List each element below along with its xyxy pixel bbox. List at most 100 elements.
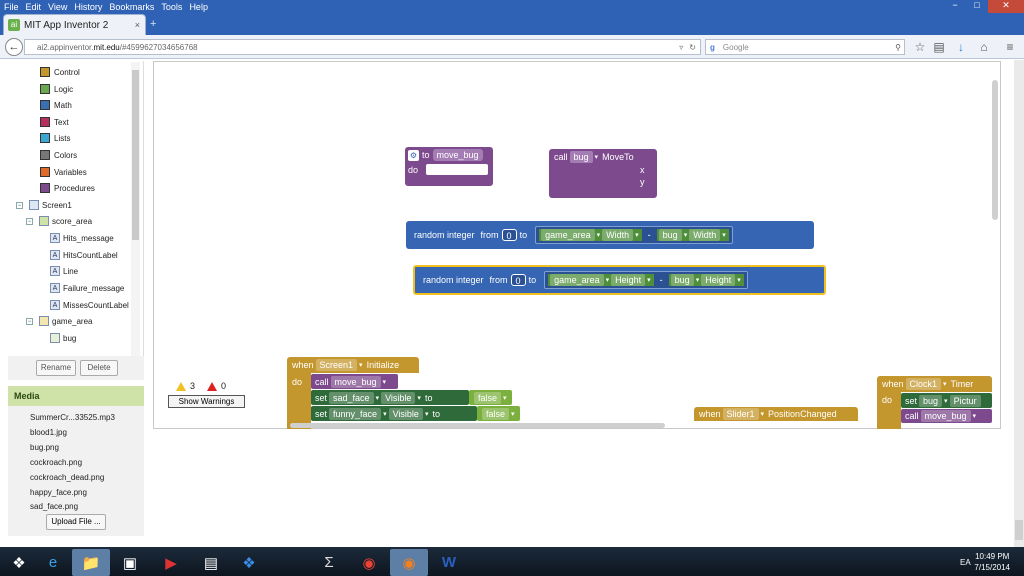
system-clock[interactable]: 10:49 PM 7/15/2014 (974, 551, 1010, 573)
component-dropdown[interactable]: game_area (550, 274, 604, 286)
property-dropdown[interactable]: Pictur (949, 394, 981, 407)
mutator-gear-icon[interactable]: ⚙ (408, 149, 419, 161)
collapse-toggle-icon[interactable]: − (26, 317, 33, 325)
file-explorer-icon[interactable]: 📁 (72, 549, 110, 576)
tree-item-control[interactable]: Control (40, 67, 80, 77)
network-app-icon[interactable]: ▤ (192, 549, 230, 576)
getter-block[interactable]: bug ▾ Height ▾ (668, 274, 744, 286)
random-integer-block-selected[interactable]: random integer from 0 to game_area ▾ Heig… (413, 265, 826, 295)
workspace-v-scrollbar[interactable] (992, 80, 998, 220)
internet-explorer-icon[interactable]: e (34, 549, 72, 576)
when-slider-position-changed-block[interactable]: when Slider1 ▾ PositionChanged (694, 407, 858, 421)
chrome-icon[interactable]: ◉ (350, 549, 388, 576)
menu-history[interactable]: History (74, 2, 102, 12)
minimize-button[interactable]: − (944, 0, 966, 13)
component-dropdown[interactable]: Screen1 (315, 359, 358, 371)
menu-view[interactable]: View (48, 2, 67, 12)
media-file[interactable]: sad_face.png (30, 502, 78, 511)
tree-item-failure-message[interactable]: A Failure_message (50, 283, 124, 293)
tree-item-screen1[interactable]: − Screen1 (16, 200, 72, 210)
collapse-toggle-icon[interactable]: − (26, 217, 33, 225)
procedure-dropdown[interactable]: move_bug (920, 410, 971, 422)
tab-close-icon[interactable]: × (135, 20, 140, 30)
new-tab-button[interactable]: + (150, 18, 156, 30)
set-picture-block[interactable]: set bug ▾ Pictur (901, 393, 992, 408)
component-dropdown[interactable]: Clock1 (905, 378, 942, 390)
component-dropdown[interactable]: bug (658, 229, 682, 241)
tree-item-math[interactable]: Math (40, 100, 72, 110)
getter-block[interactable]: game_area ▾ Height ▾ (548, 274, 654, 286)
boolean-dropdown[interactable]: false (474, 391, 502, 404)
download-icon[interactable]: ↓ (953, 40, 969, 54)
media-file[interactable]: happy_face.png (30, 488, 87, 497)
component-dropdown[interactable]: bug (569, 151, 593, 163)
media-player-icon[interactable]: ▶ (152, 549, 190, 576)
when-clock-timer-block[interactable]: when Clock1 ▾ Timer (877, 376, 992, 392)
menu-tools[interactable]: Tools (161, 2, 182, 12)
property-dropdown[interactable]: Visible (381, 391, 416, 404)
menu-icon[interactable]: ≡ (1002, 40, 1018, 54)
maximize-button[interactable]: □ (966, 0, 988, 13)
upload-file-button[interactable]: Upload File ... (46, 514, 106, 530)
subtract-block[interactable]: game_area ▾ Height ▾ - bug ▾ Height ▾ (544, 271, 748, 289)
math-app-icon[interactable]: Σ (310, 549, 348, 576)
property-dropdown[interactable]: Width (602, 229, 634, 241)
close-window-button[interactable]: ✕ (988, 0, 1024, 13)
number-field[interactable]: 0 (510, 274, 526, 286)
bookmarks-list-icon[interactable]: ▤ (931, 40, 947, 54)
remote-app-icon[interactable]: ▣ (111, 549, 149, 576)
show-warnings-button[interactable]: Show Warnings (168, 395, 245, 408)
firefox-icon[interactable]: ◉ (390, 549, 428, 576)
collapse-toggle-icon[interactable]: − (16, 201, 23, 209)
media-file[interactable]: SummerCr...33525.mp3 (30, 413, 115, 422)
component-dropdown[interactable]: funny_face (329, 407, 382, 420)
call-move-bug-block[interactable]: call move_bug ▾ (901, 409, 992, 423)
procedure-name-field[interactable]: move_bug (432, 149, 483, 161)
refresh-icon[interactable]: ↻ (689, 43, 696, 52)
search-bar[interactable]: g Google ⚲ (705, 39, 905, 55)
getter-block[interactable]: bug ▾ Width ▾ (656, 229, 729, 241)
tree-item-hits-count-label[interactable]: A HitsCountLabel (50, 250, 118, 260)
rename-button[interactable]: Rename (36, 360, 76, 376)
property-dropdown[interactable]: Width (689, 229, 721, 241)
url-bar[interactable]: ai2.appinventor. mit.edu/#459962703465676… (24, 39, 701, 55)
page-scrollbar[interactable] (1014, 60, 1024, 547)
procedure-def-block[interactable]: ⚙ to move_bug do (405, 147, 493, 186)
property-dropdown[interactable]: Height (701, 274, 736, 286)
tree-item-score-area[interactable]: − score_area (26, 216, 92, 226)
media-file[interactable]: bug.png (30, 443, 59, 452)
component-dropdown[interactable]: bug (919, 394, 943, 407)
tree-item-colors[interactable]: Colors (40, 150, 77, 160)
tree-item-logic[interactable]: Logic (40, 84, 73, 94)
getter-block[interactable]: game_area ▾ Width ▾ (539, 229, 642, 241)
search-icon[interactable]: ⚲ (895, 43, 901, 52)
dropbox-icon[interactable]: ❖ (230, 549, 268, 576)
component-dropdown[interactable]: sad_face (329, 391, 374, 404)
tree-item-text[interactable]: Text (40, 117, 69, 127)
menu-help[interactable]: Help (189, 2, 208, 12)
set-visible-block[interactable]: set sad_face ▾ Visible ▾ to (311, 390, 469, 405)
media-file[interactable]: cockroach.png (30, 458, 82, 467)
false-block[interactable]: false ▾ (469, 390, 512, 405)
media-file[interactable]: cockroach_dead.png (30, 473, 104, 482)
boolean-dropdown[interactable]: false (482, 407, 510, 420)
tree-item-lists[interactable]: Lists (40, 133, 70, 143)
workspace-h-scrollbar[interactable] (290, 423, 665, 428)
procedure-dropdown[interactable]: move_bug (330, 375, 381, 388)
word-icon[interactable]: W (430, 549, 468, 576)
media-file[interactable]: blood1.jpg (30, 428, 67, 437)
false-block[interactable]: false ▾ (477, 406, 520, 421)
random-integer-block[interactable]: random integer from 0 to game_area ▾ Widt… (406, 221, 814, 249)
tree-item-hits-message[interactable]: A Hits_message (50, 233, 114, 243)
tree-item-misses-count-label[interactable]: A MissesCountLabel (50, 300, 129, 310)
subtract-block[interactable]: game_area ▾ Width ▾ - bug ▾ Width ▾ (535, 226, 733, 244)
tree-item-bug[interactable]: bug (50, 333, 76, 343)
tree-item-game-area[interactable]: − game_area (26, 316, 92, 326)
tree-item-variables[interactable]: Variables (40, 167, 87, 177)
number-field[interactable]: 0 (501, 229, 517, 241)
browser-tab[interactable]: ai MIT App Inventor 2 × (3, 14, 146, 35)
component-dropdown[interactable]: bug (670, 274, 694, 286)
tree-item-procedures[interactable]: Procedures (40, 183, 95, 193)
component-dropdown[interactable]: Slider1 (722, 408, 759, 420)
call-move-bug-block[interactable]: call move_bug ▾ (311, 374, 398, 389)
